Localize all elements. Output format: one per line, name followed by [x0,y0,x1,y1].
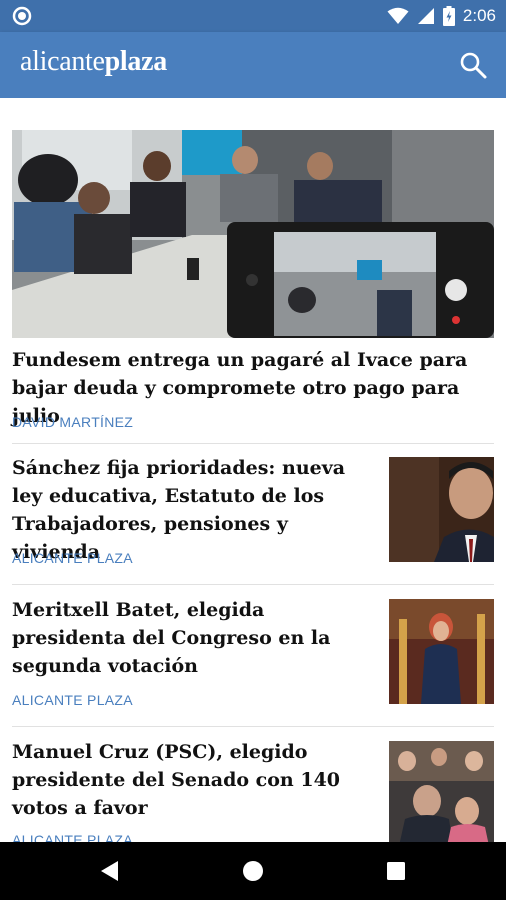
app-bar: alicanteplaza [0,32,506,98]
article-thumbnail[interactable] [389,741,494,842]
back-icon[interactable] [98,859,122,883]
recents-icon[interactable] [384,859,408,883]
article-title[interactable]: Manuel Cruz (PSC), elegido presidente de… [12,738,374,822]
divider [12,443,494,444]
search-icon[interactable] [458,50,488,80]
hero-image[interactable] [12,130,494,338]
status-time: 2:06 [462,6,496,25]
article-thumbnail[interactable] [389,457,494,562]
divider [12,726,494,727]
hero-author: DAVID MARTÍNEZ [12,414,134,430]
article-author: ALICANTE PLAZA [12,550,133,566]
article-thumbnail[interactable] [389,599,494,704]
wifi-icon [387,7,409,24]
battery-icon [442,6,455,26]
app-logo[interactable]: alicanteplaza [20,46,167,78]
article-author: ALICANTE PLAZA [12,832,133,842]
home-icon[interactable] [241,859,265,883]
circle-icon [12,6,32,26]
article-author: ALICANTE PLAZA [12,692,133,708]
navigation-bar [0,842,506,900]
article-title[interactable]: Meritxell Batet, elegida presidenta del … [12,596,374,680]
status-bar: 2:06 [0,0,506,32]
news-feed[interactable]: Fundesem entrega un pagaré al Ivace para… [0,98,506,842]
divider [12,584,494,585]
signal-icon [417,8,434,24]
logo-bold-text: plaza [104,46,168,77]
logo-light-text: alicante [20,46,105,77]
